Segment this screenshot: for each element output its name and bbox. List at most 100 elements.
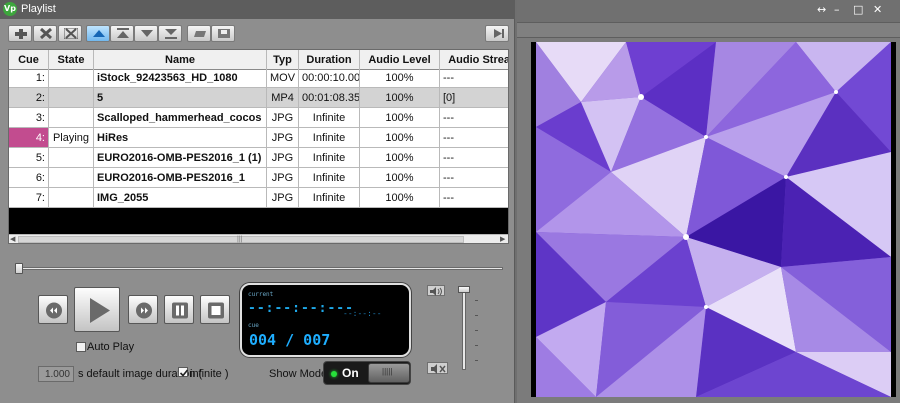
table-row-playing[interactable]: 4: Playing HiRes JPG Infinite 100% --- [9, 128, 508, 148]
table-row[interactable]: 5: EURO2016-OMB-PES2016_1 (1) JPG Infini… [9, 148, 508, 168]
playlist-toolbar [0, 19, 515, 49]
add-item-button[interactable] [8, 25, 32, 42]
duration-cell: Infinite [299, 128, 360, 148]
previous-button[interactable] [38, 295, 68, 324]
scroll-left-icon[interactable]: ◀ [10, 235, 15, 243]
column-header-type[interactable]: Typ [267, 50, 299, 70]
scroll-right-icon[interactable]: ▶ [500, 235, 505, 243]
show-mode-slider[interactable]: ||||| [368, 363, 410, 383]
name-cell: IMG_2055 [94, 188, 267, 208]
type-cell: JPG [267, 148, 299, 168]
type-cell: MOV [267, 68, 299, 88]
volume-knob[interactable] [458, 286, 470, 293]
collapse-button[interactable] [485, 25, 509, 42]
current-timecode: --:--:--:--- [248, 301, 354, 316]
audio-level-cell: 100% [360, 68, 440, 88]
table-row[interactable]: 3: Scalloped_hammerhead_cocos JPG Infini… [9, 108, 508, 128]
maximize-icon[interactable]: □ [853, 3, 863, 16]
state-cell [49, 168, 94, 188]
name-cell: 5 [94, 88, 267, 108]
autoplay-checkbox[interactable] [76, 342, 86, 352]
close-icon[interactable]: ✕ [873, 3, 882, 16]
minimize-icon[interactable]: – [834, 3, 840, 16]
remove-item-button[interactable] [33, 25, 57, 42]
name-cell: iStock_92423563_HD_1080 [94, 68, 267, 88]
preview-window: ↔ – □ ✕ [517, 0, 900, 403]
cue-cell: 2: [9, 88, 49, 108]
state-cell [49, 88, 94, 108]
table-empty-area[interactable] [9, 208, 508, 235]
position-knob[interactable] [15, 263, 23, 274]
type-cell: MP4 [267, 88, 299, 108]
app-logo-icon: Vp [3, 2, 17, 16]
move-up-button[interactable] [110, 25, 134, 42]
preview-titlebar[interactable]: ↔ – □ ✕ [517, 0, 900, 22]
scrollbar-grip: ||| [237, 236, 243, 243]
cue-cell: 3: [9, 108, 49, 128]
cue-counter: 004 / 007 [249, 331, 331, 349]
pause-icon [172, 302, 188, 319]
table-row[interactable]: 1: iStock_92423563_HD_1080 MOV 00:00:10.… [9, 68, 508, 88]
column-header-duration[interactable]: Duration [299, 50, 360, 70]
move-up-icon [117, 28, 129, 38]
audio-stream-cell: --- [440, 168, 508, 188]
duration-cell: Infinite [299, 108, 360, 128]
default-duration-input[interactable] [38, 366, 74, 382]
play-button[interactable] [74, 287, 120, 332]
mute-button[interactable] [427, 362, 448, 374]
restore-icon[interactable]: ↔ [817, 3, 826, 16]
volume-tick [475, 330, 478, 331]
column-header-state[interactable]: State [49, 50, 94, 70]
playlist-window: Vp Playlist Cue State Name Typ Duration … [0, 0, 515, 403]
playlist-title: Playlist [21, 3, 56, 15]
save-button[interactable] [211, 25, 235, 42]
playback-position-slider[interactable] [15, 262, 503, 276]
state-cell [49, 68, 94, 88]
show-mode-label: Show Mode: [269, 368, 331, 380]
type-cell: JPG [267, 168, 299, 188]
audio-stream-cell: --- [440, 108, 508, 128]
volume-button[interactable] [427, 285, 445, 296]
table-row[interactable]: 6: EURO2016-OMB-PES2016_1 JPG Infinite 1… [9, 168, 508, 188]
cue-cell: 6: [9, 168, 49, 188]
show-mode-toggle[interactable]: On ||||| [323, 361, 411, 385]
preview-toolbar [517, 22, 900, 38]
volume-slider[interactable] [462, 290, 466, 370]
duration-cell: 00:01:08.352 [299, 88, 360, 108]
clear-list-button[interactable] [58, 25, 82, 42]
duration-cell: 00:00:10.000 [299, 68, 360, 88]
type-cell: JPG [267, 108, 299, 128]
column-header-cue[interactable]: Cue [9, 50, 49, 70]
table-header: Cue State Name Typ Duration Audio Level … [9, 50, 508, 70]
name-cell: Scalloped_hammerhead_cocos [94, 108, 267, 128]
move-bottom-button[interactable] [158, 25, 182, 42]
horizontal-scrollbar[interactable]: ◀ ||| ▶ [9, 234, 508, 243]
state-cell [49, 188, 94, 208]
stop-button[interactable] [200, 295, 230, 324]
remaining-timecode: --:--:-- [343, 309, 382, 318]
volume-tick [475, 300, 478, 301]
show-mode-indicator-icon [331, 371, 337, 377]
table-row[interactable]: 7: IMG_2055 JPG Infinite 100% --- [9, 188, 508, 208]
playlist-table: Cue State Name Typ Duration Audio Level … [8, 49, 509, 244]
play-icon [90, 298, 110, 323]
purple-crystal-image [536, 42, 891, 397]
column-header-name[interactable]: Name [94, 50, 267, 70]
infinite-label: infinite ) [190, 368, 229, 380]
open-button[interactable] [187, 25, 211, 42]
stop-icon [208, 302, 224, 319]
column-header-audio-level[interactable]: Audio Level [360, 50, 440, 70]
cue-cell: 1: [9, 68, 49, 88]
audio-level-cell: 100% [360, 188, 440, 208]
table-row-selected[interactable]: 2: 5 MP4 00:01:08.352 100% [0] [9, 88, 508, 108]
move-top-button[interactable] [86, 25, 110, 42]
next-button[interactable] [128, 295, 158, 324]
position-track[interactable] [19, 267, 503, 270]
open-folder-icon [194, 31, 206, 37]
playlist-titlebar[interactable]: Vp Playlist [0, 0, 515, 19]
column-header-audio-stream[interactable]: Audio Stream [440, 50, 508, 70]
move-down-button[interactable] [134, 25, 158, 42]
rewind-icon [46, 302, 62, 319]
pause-button[interactable] [164, 295, 194, 324]
infinite-checkbox[interactable] [178, 367, 189, 377]
